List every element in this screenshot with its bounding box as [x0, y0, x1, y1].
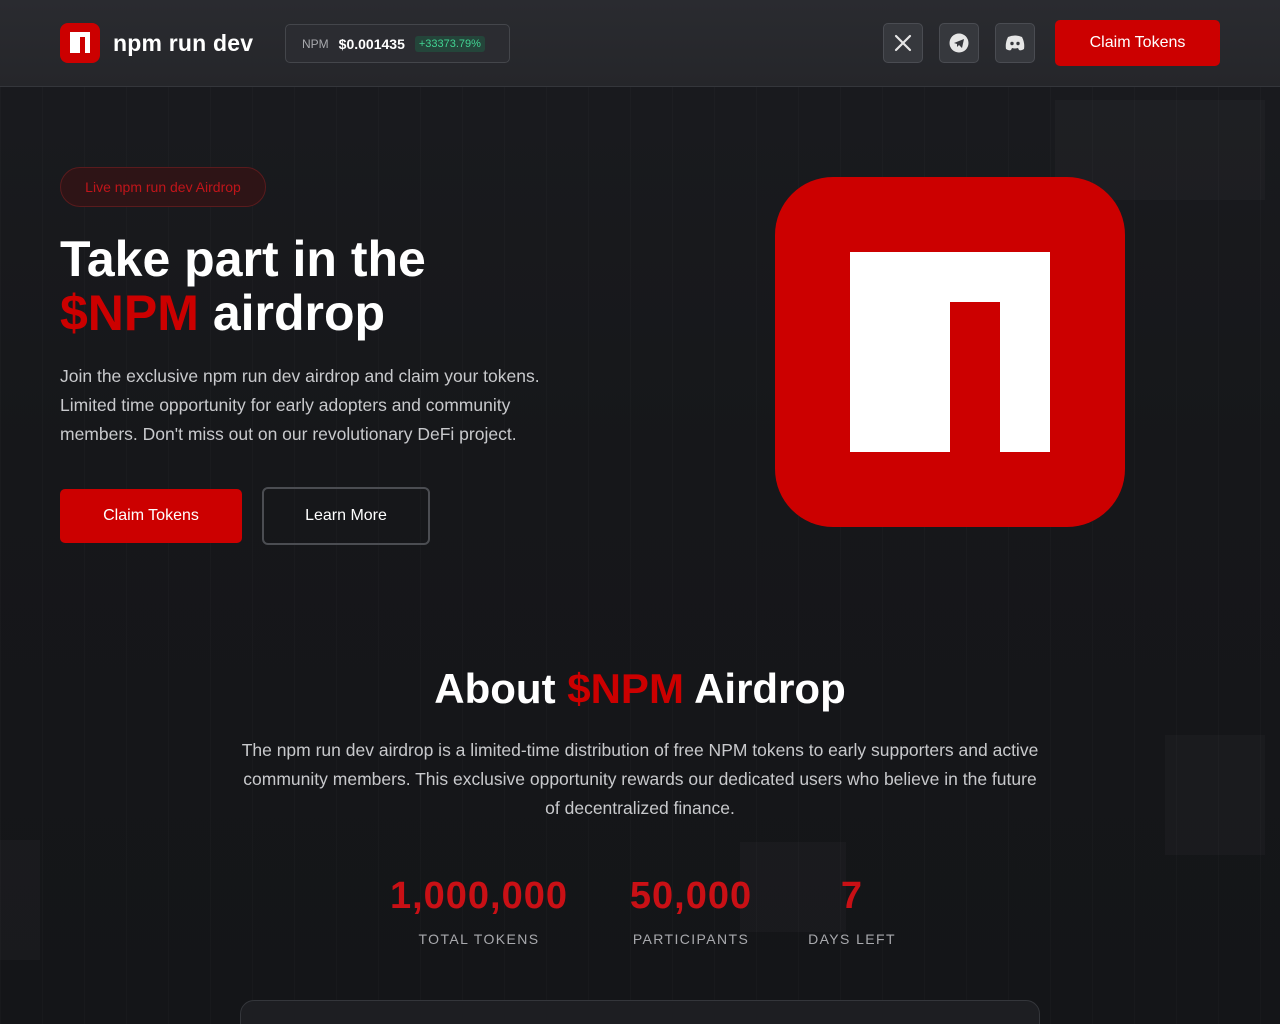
- hero-title-accent: $NPM: [60, 285, 199, 341]
- stat-participants: 50,000 PARTICIPANTS: [610, 872, 772, 947]
- ticker-change-badge: +33373.79%: [414, 35, 485, 52]
- telegram-icon: [949, 33, 969, 53]
- live-airdrop-badge: Live npm run dev Airdrop: [60, 167, 266, 207]
- about-title-post: Airdrop: [694, 665, 846, 712]
- discord-social-button[interactable]: [995, 23, 1035, 63]
- hero-title-rest: airdrop: [212, 285, 386, 341]
- stat-value: 1,000,000: [389, 875, 569, 917]
- background-tile: [0, 840, 40, 960]
- logo-n-cutout: [950, 302, 1000, 452]
- about-description: The npm run dev airdrop is a limited-tim…: [241, 740, 1039, 818]
- price-ticker: NPM $0.001435 +33373.79%: [285, 24, 510, 63]
- hero-title: Take part in the $NPM airdrop: [60, 232, 700, 340]
- background-tile: [1165, 735, 1265, 855]
- npm-hero-logo-icon: [775, 177, 1125, 527]
- hero-title-line1: Take part in the: [60, 231, 426, 287]
- learn-more-button[interactable]: Learn More: [262, 487, 430, 545]
- stat-label: DAYS LEFT: [808, 931, 896, 947]
- npm-logo-icon: [60, 23, 100, 63]
- stat-label: PARTICIPANTS: [632, 931, 750, 947]
- stat-total-tokens: 1,000,000 TOTAL TOKENS: [375, 872, 583, 947]
- top-navigation: npm run dev NPM $0.001435 +33373.79% Cla…: [0, 0, 1280, 87]
- brand-name: npm run dev: [113, 29, 254, 56]
- stat-label: TOTAL TOKENS: [418, 931, 540, 947]
- hero-description: Join the exclusive npm run dev airdrop a…: [60, 366, 540, 444]
- about-section-title: About $NPM Airdrop: [0, 663, 1280, 715]
- about-title-pre: About: [434, 665, 556, 712]
- ticker-price: $0.001435: [338, 35, 405, 52]
- stat-value: 50,000: [629, 875, 753, 917]
- stat-days-left: 7 DAYS LEFT: [798, 872, 906, 947]
- about-title-accent: $NPM: [567, 665, 684, 712]
- discord-icon: [1005, 35, 1025, 51]
- x-social-button[interactable]: [883, 23, 923, 63]
- x-icon: [894, 34, 912, 52]
- stat-value: 7: [840, 875, 864, 917]
- nav-claim-tokens-button[interactable]: Claim Tokens: [1055, 20, 1220, 66]
- page: npm run dev NPM $0.001435 +33373.79% Cla…: [0, 0, 1280, 1024]
- hero-claim-tokens-button[interactable]: Claim Tokens: [60, 489, 242, 543]
- claim-card: [240, 1000, 1040, 1024]
- brand-logo[interactable]: npm run dev: [60, 23, 253, 63]
- ticker-symbol: NPM: [302, 36, 329, 51]
- telegram-social-button[interactable]: [939, 23, 979, 63]
